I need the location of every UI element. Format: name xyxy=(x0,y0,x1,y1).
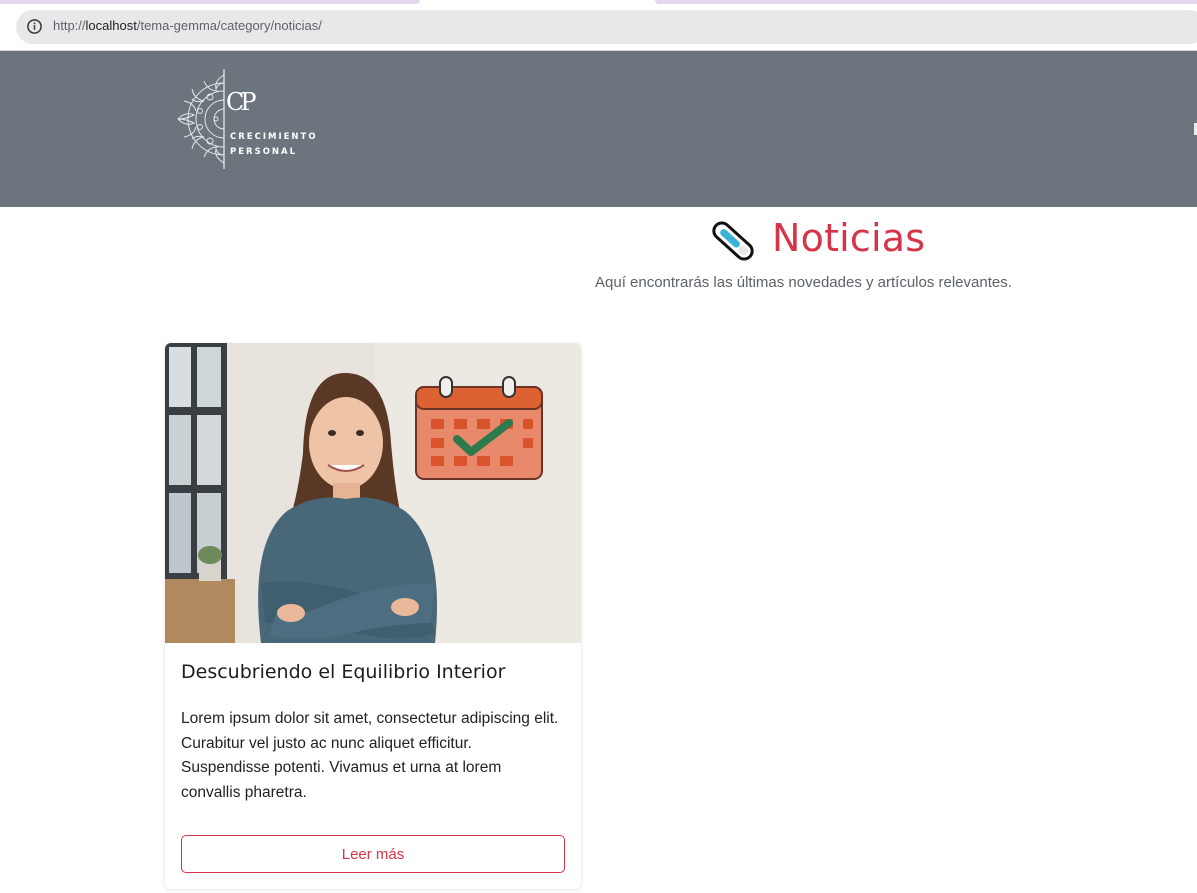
post-thumbnail-image[interactable] xyxy=(165,343,581,643)
post-excerpt: Lorem ipsum dolor sit amet, consectetur … xyxy=(181,710,559,801)
page-subtitle: Aquí encontrarás las últimas novedades y… xyxy=(595,274,1012,291)
browser-tab[interactable] xyxy=(0,0,420,4)
site-header: CP CRECIMIENTO PERSONAL xyxy=(0,51,1197,207)
site-logo[interactable]: CP CRECIMIENTO PERSONAL xyxy=(170,67,340,171)
page-title: Noticias xyxy=(772,216,926,260)
info-icon[interactable] xyxy=(26,18,43,35)
url-path: /tema-gemma/category/noticias/ xyxy=(136,18,322,33)
logo-line-2: PERSONAL xyxy=(230,147,298,157)
address-bar[interactable]: http://localhost/tema-gemma/category/not… xyxy=(16,10,1197,44)
browser-tab-strip xyxy=(0,0,1197,5)
browser-tab[interactable] xyxy=(655,0,1197,4)
read-more-button[interactable]: Leer más xyxy=(181,835,565,873)
url-text[interactable]: http://localhost/tema-gemma/category/not… xyxy=(53,18,322,33)
thermometer-icon xyxy=(712,221,754,261)
page-heading: Noticias xyxy=(0,214,1197,270)
logo-line-1: CRECIMIENTO xyxy=(230,132,318,142)
url-prefix: http:// xyxy=(53,18,86,33)
url-host: localhost xyxy=(85,18,137,33)
post-title[interactable]: Descubriendo el Equilibrio Interior xyxy=(181,661,505,683)
post-card: Descubriendo el Equilibrio Interior Lore… xyxy=(165,343,581,889)
logo-monogram: CP xyxy=(226,88,256,116)
